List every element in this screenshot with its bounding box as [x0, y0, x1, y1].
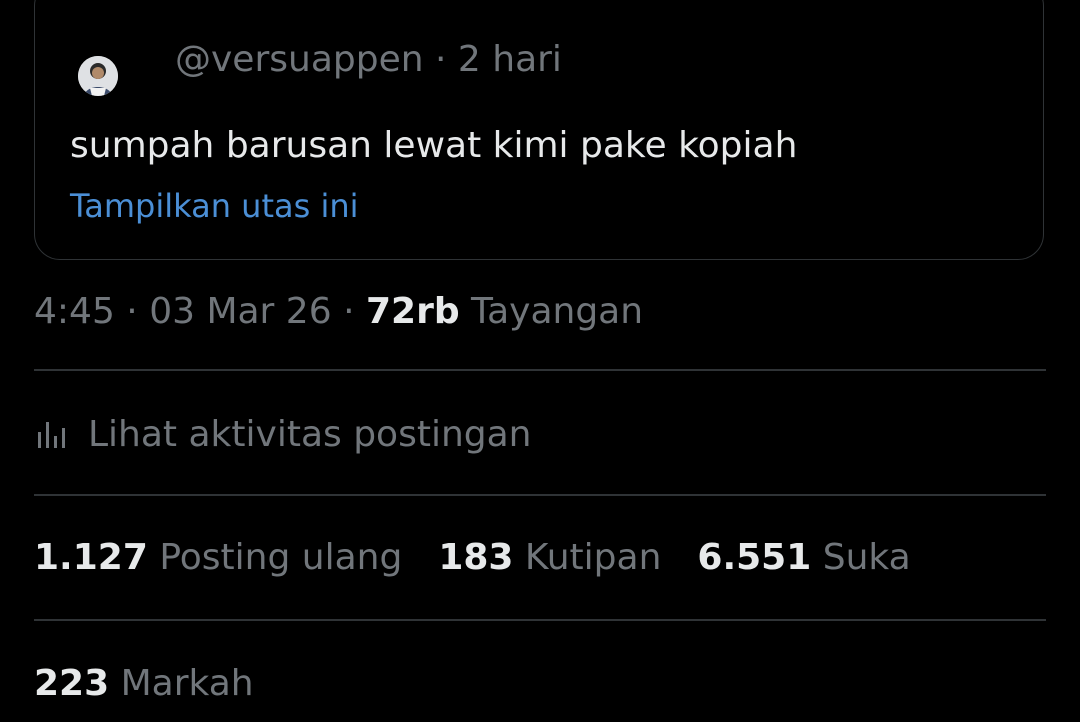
avatar[interactable] — [78, 56, 118, 96]
quotes-stat[interactable]: 183 Kutipan — [438, 536, 661, 580]
reposts-label: Posting ulang — [159, 537, 403, 578]
divider — [34, 619, 1046, 621]
likes-count: 6.551 — [697, 537, 812, 578]
engagement-stats: 1.127 Posting ulang 183 Kutipan 6.551 Su… — [34, 536, 947, 580]
reposts-count: 1.127 — [34, 537, 148, 578]
divider — [34, 494, 1046, 496]
post-time[interactable]: 4:45 — [34, 291, 115, 332]
show-thread-link[interactable]: Tampilkan utas ini — [70, 186, 359, 226]
post-activity-link[interactable]: Lihat aktivitas postingan — [34, 412, 532, 458]
views-count: 72rb — [365, 291, 460, 332]
likes-label: Suka — [822, 537, 911, 578]
likes-stat[interactable]: 6.551 Suka — [697, 536, 910, 580]
quoted-post-meta: @versuappen · 2 hari — [175, 38, 562, 82]
quoted-post-age[interactable]: 2 hari — [458, 39, 562, 80]
quoted-post-handle[interactable]: @versuappen — [175, 39, 424, 80]
bookmarks-stat[interactable]: 223 Markah — [34, 662, 254, 706]
post-date[interactable]: 03 Mar 26 — [149, 291, 331, 332]
reposts-stat[interactable]: 1.127 Posting ulang — [34, 536, 402, 580]
post-activity-label: Lihat aktivitas postingan — [88, 414, 532, 455]
post-meta-line: 4:45 · 03 Mar 26 · 72rb Tayangan — [34, 290, 643, 334]
bookmarks-count: 223 — [34, 663, 110, 704]
bookmarks-label: Markah — [120, 663, 254, 704]
meta-separator: · — [331, 291, 366, 332]
divider — [34, 369, 1046, 371]
meta-separator: · — [114, 291, 150, 332]
bar-chart-icon — [38, 422, 65, 448]
views-label: Tayangan — [471, 291, 644, 332]
meta-separator: · — [423, 39, 458, 80]
avatar-image — [78, 56, 118, 96]
quotes-count: 183 — [438, 537, 514, 578]
quotes-label: Kutipan — [524, 537, 662, 578]
quoted-post-text: sumpah barusan lewat kimi pake kopiah — [70, 125, 798, 166]
